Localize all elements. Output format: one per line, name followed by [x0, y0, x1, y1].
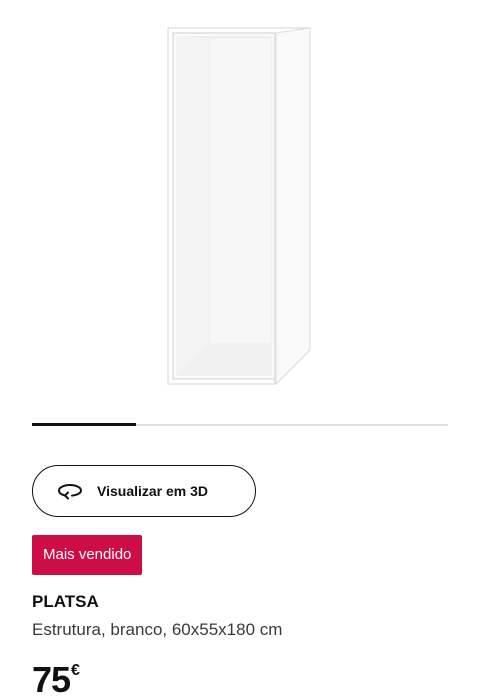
product-page: Visualizar em 3D Mais vendido PLATSA Est… — [0, 0, 480, 699]
price-currency: € — [71, 662, 80, 679]
carousel-progress[interactable] — [32, 423, 448, 426]
product-price: 75 € — [32, 660, 80, 699]
view-3d-button[interactable]: Visualizar em 3D — [32, 465, 256, 517]
product-name[interactable]: PLATSA — [32, 592, 99, 612]
carousel-progress-indicator — [32, 423, 136, 426]
product-description: Estrutura, branco, 60x55x180 cm — [32, 620, 283, 639]
rotate-3d-icon — [57, 481, 83, 501]
view-3d-label: Visualizar em 3D — [97, 483, 209, 499]
best-seller-badge: Mais vendido — [32, 535, 143, 575]
product-image[interactable] — [0, 0, 480, 400]
price-value: 75 — [32, 659, 71, 699]
